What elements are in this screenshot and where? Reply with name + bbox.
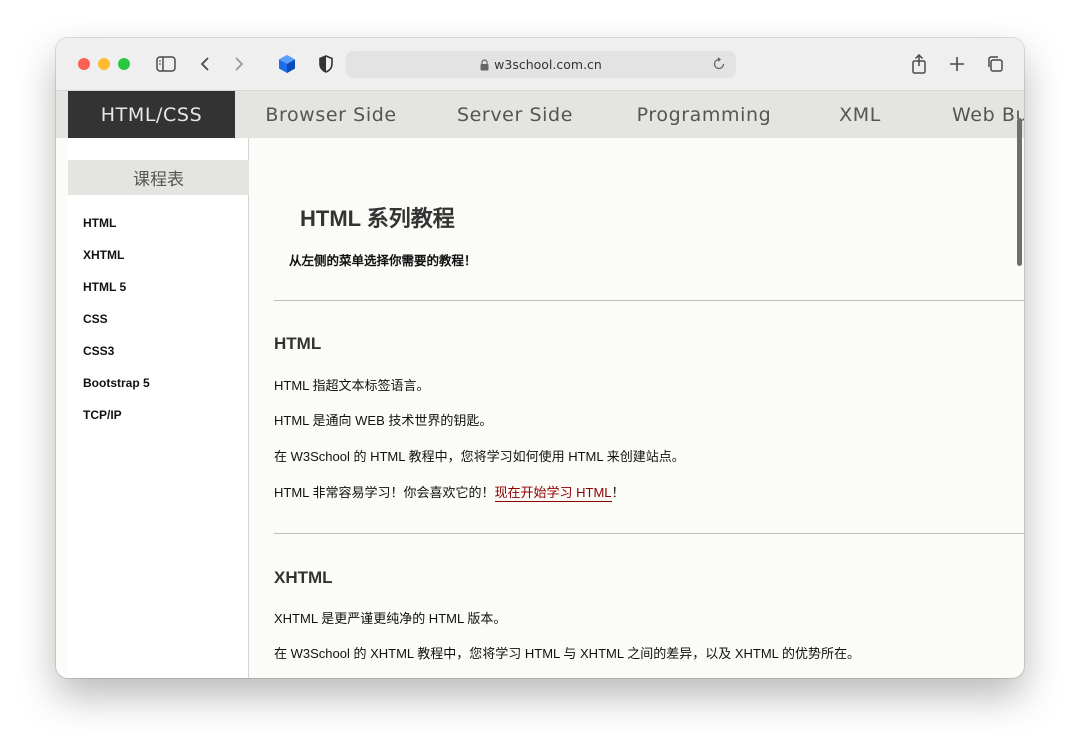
back-icon[interactable] [196, 52, 214, 76]
address-bar[interactable]: w3school.com.cn [346, 51, 736, 78]
sidebar-title: 课程表 [68, 160, 249, 195]
extension-cube-icon[interactable] [276, 52, 298, 76]
sidebar-link-bootstrap5[interactable]: Bootstrap 5 [83, 376, 150, 390]
privacy-shield-icon[interactable] [316, 52, 336, 76]
close-window-button[interactable] [78, 58, 90, 70]
sidebar-link-tcpip[interactable]: TCP/IP [83, 408, 122, 422]
intro-text: 从左侧的菜单选择你需要的教程！ [289, 254, 477, 268]
reload-icon[interactable] [712, 57, 726, 71]
sidebar-link-css3[interactable]: CSS3 [83, 344, 114, 358]
share-icon[interactable] [908, 52, 930, 76]
browser-toolbar: w3school.com.cn [56, 38, 1024, 91]
left-gutter [56, 138, 68, 678]
paragraph-suffix: ！ [611, 485, 625, 500]
new-tab-icon[interactable] [946, 52, 968, 76]
nav-item-server-side[interactable]: Server Side [444, 91, 586, 138]
nav-item-programming[interactable]: Programming [624, 91, 784, 138]
sidebar-link-xhtml[interactable]: XHTML [83, 248, 124, 262]
nav-item-html-css[interactable]: HTML/CSS [68, 91, 235, 138]
paragraph: HTML 是通向 WEB 技术世界的钥匙。 [274, 413, 493, 428]
paragraph: 在 W3School 的 HTML 教程中，您将学习如何使用 HTML 来创建站… [274, 449, 685, 464]
minimize-window-button[interactable] [98, 58, 110, 70]
paragraph-text: HTML 非常容易学习！你会喜欢它的！ [274, 485, 495, 500]
sidebar-link-html5[interactable]: HTML 5 [83, 280, 126, 294]
browser-window: w3school.com.cn HTML/CSS Browser Side Se… [56, 38, 1024, 678]
paragraph-with-link: HTML 非常容易学习！你会喜欢它的！现在开始学习 HTML！ [274, 482, 625, 502]
vertical-scrollbar[interactable] [1017, 118, 1022, 266]
divider [274, 300, 1024, 301]
paragraph: HTML 指超文本标签语言。 [274, 378, 430, 393]
forward-icon[interactable] [230, 52, 248, 76]
nav-item-web-building[interactable]: Web Bu [952, 91, 1024, 138]
start-learning-html-link[interactable]: 现在开始学习 HTML [494, 485, 612, 502]
nav-item-xml[interactable]: XML [828, 91, 892, 138]
section-heading-html: HTML [274, 334, 322, 353]
top-nav: HTML/CSS Browser Side Server Side Progra… [56, 91, 1024, 138]
section-heading-xhtml: XHTML [274, 568, 333, 587]
course-sidebar: 课程表 HTML XHTML HTML 5 CSS CSS3 Bootstrap… [68, 138, 249, 678]
sidebar-link-html[interactable]: HTML [83, 216, 116, 230]
address-text: w3school.com.cn [494, 57, 602, 72]
tab-overview-icon[interactable] [984, 52, 1006, 76]
sidebar-link-css[interactable]: CSS [83, 312, 108, 326]
nav-item-browser-side[interactable]: Browser Side [250, 91, 412, 138]
paragraph: 在 W3School 的 XHTML 教程中，您将学习 HTML 与 XHTML… [274, 646, 861, 661]
zoom-window-button[interactable] [118, 58, 130, 70]
page-title: HTML 系列教程 [300, 206, 455, 231]
lock-icon [480, 58, 489, 71]
sidebar-toggle-icon[interactable] [154, 52, 178, 76]
main-content: HTML 系列教程 从左侧的菜单选择你需要的教程！ HTML HTML 指超文本… [274, 138, 1024, 678]
paragraph: XHTML 是更严谨更纯净的 HTML 版本。 [274, 611, 507, 626]
divider [274, 533, 1024, 534]
